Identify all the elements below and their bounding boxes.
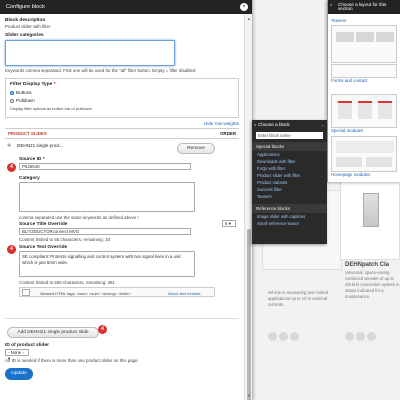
scroll-down-icon[interactable]: ▼ — [247, 393, 251, 398]
configure-block-dialog: Configure block × Block description Prod… — [0, 0, 253, 400]
text-format-bar: Allowed HTML tags: <sub> <sub> <strong> … — [19, 287, 215, 297]
radio-icon[interactable] — [10, 98, 14, 103]
close-icon[interactable]: × — [330, 2, 332, 7]
block-item-reference-teaser[interactable]: Small reference teaser — [252, 220, 327, 227]
allowed-html-tags: Allowed HTML tags: <sub> <sub> <strong> … — [40, 291, 131, 296]
add-button-row: Add DEHN21 single product slide 4 — [5, 325, 239, 341]
dialog-titlebar: Configure block — [0, 0, 252, 14]
block-item-faqs[interactable]: FAQs with filter — [252, 165, 327, 172]
scroll-up-icon[interactable]: ▲ — [247, 16, 251, 21]
step-badge: 4 — [7, 245, 16, 254]
layout-option-teasers[interactable]: Teasers — [331, 18, 399, 63]
dialog-body: Block description Product slider with fi… — [0, 14, 244, 400]
layout-thumbnail[interactable] — [331, 64, 397, 78]
choose-block-panel: × Choose a block – Enter block name Spec… — [252, 120, 327, 244]
layout-option-special[interactable]: Special modules — [331, 94, 399, 133]
category-textarea[interactable] — [19, 182, 195, 212]
background-product-title: DEHNpatch Cla — [345, 262, 390, 268]
order-header: ORDER — [220, 131, 236, 136]
layout-chooser-panel: × Choose a layout for this section Tease… — [327, 0, 400, 182]
slide-row: ✥ DEHN21 single prod... Remove 4 Source … — [5, 139, 239, 319]
layout-thumbnail[interactable] — [331, 25, 397, 63]
background-pager-2 — [345, 332, 378, 342]
collapse-icon[interactable]: – — [322, 122, 324, 127]
background-pager — [268, 332, 301, 342]
step-badge: 4 — [98, 325, 107, 334]
hide-row-weights-link[interactable]: Hide row weights — [5, 121, 239, 126]
block-item-downloads[interactable]: Downloads with filter — [252, 158, 327, 165]
slider-categories-label: Slider categories — [5, 33, 44, 38]
update-button[interactable]: Update — [5, 368, 33, 380]
category-label: Category — [19, 176, 40, 181]
slider-id-help: An ID is needed if there is more than on… — [5, 358, 139, 363]
filter-option-pulldown[interactable]: Pulldown — [10, 98, 234, 103]
block-item-success-filter[interactable]: Success filter — [252, 186, 327, 193]
reference-blocks-header: Reference blocks — [252, 204, 327, 213]
filter-display-type-label: Filter Display Type — [10, 82, 53, 87]
source-title-label: Source Title Override — [19, 222, 68, 227]
source-title-help: Content limited to 55 characters, remain… — [19, 237, 111, 242]
source-text-help: Content limited to 500 characters, remai… — [19, 280, 115, 285]
block-item-applications[interactable]: Applications — [252, 151, 327, 158]
product-slides-table-header: PRODUCT SLIDES ORDER — [5, 128, 239, 139]
layout-option-forms[interactable]: Forms and contact — [331, 64, 399, 83]
block-item-product-slider[interactable]: Product slider with filter — [252, 172, 327, 179]
product-image — [363, 193, 379, 227]
radio-icon[interactable] — [10, 90, 14, 95]
block-description-value: Product slider with filter — [5, 24, 51, 29]
slide-summary: DEHN21 single prod... — [17, 143, 63, 148]
background-text-right: Universal, space-saving combined arreste… — [345, 270, 400, 299]
dialog-scrollbar[interactable]: ▲ ▼ — [244, 14, 252, 400]
category-help: comma separated use the same keywords as… — [19, 215, 139, 220]
filter-help: Display filter options as button bar or … — [10, 106, 92, 111]
layout-chooser-title: × Choose a layout for this section — [328, 0, 400, 14]
choose-block-title: × Choose a block – — [254, 122, 324, 127]
source-text-textarea[interactable]: SE compliant: Protects signalling and co… — [19, 251, 195, 277]
layout-thumbnail[interactable] — [331, 94, 397, 128]
block-item-image-slider[interactable]: Image slider with captions — [252, 213, 327, 220]
source-title-input[interactable]: BLITZDUCTORconnect MVG — [19, 228, 191, 235]
slider-categories-help: Keywords comma separated. First one will… — [5, 68, 196, 73]
layout-option-homepage[interactable]: Homepage modules — [331, 136, 399, 177]
about-text-formats-link[interactable]: About text formats — [168, 291, 200, 296]
dialog-title: Configure block — [6, 4, 45, 10]
background-text-left: vehicle in measuring and control applica… — [268, 290, 329, 307]
required-marker: * — [42, 157, 45, 162]
remove-button[interactable]: Remove — [177, 143, 215, 154]
block-item-teasers[interactable]: Teasers — [252, 193, 327, 200]
filter-option-buttons[interactable]: Buttons — [10, 90, 234, 95]
close-icon[interactable]: × — [240, 3, 248, 11]
drag-handle-icon[interactable]: ✥ — [7, 143, 11, 149]
layout-thumbnail[interactable] — [331, 136, 397, 172]
close-icon[interactable]: × — [254, 122, 256, 127]
slider-id-label: ID of product slider — [5, 343, 49, 348]
slider-id-select[interactable]: - None - ▾ — [5, 349, 29, 361]
filter-display-fieldset: Filter Display Type * Buttons Pulldown D… — [5, 78, 239, 118]
block-search-input[interactable]: Enter block name — [256, 132, 323, 139]
add-slide-button[interactable]: Add DEHN21 single product slide — [7, 327, 99, 338]
special-blocks-header: Special blocks — [252, 142, 327, 151]
background-card-2 — [340, 180, 400, 260]
step-badge: 4 — [7, 163, 16, 172]
scrollbar-thumb[interactable] — [247, 229, 251, 400]
block-description-label: Block description — [5, 18, 46, 23]
product-slides-header: PRODUCT SLIDES — [8, 131, 47, 136]
source-text-label: Source Text Override — [19, 245, 68, 250]
source-id-input[interactable]: P626540 — [19, 163, 191, 170]
slider-categories-textarea[interactable] — [5, 40, 175, 66]
text-format-select[interactable] — [22, 289, 30, 296]
source-id-label: Source ID — [19, 157, 42, 162]
weight-select[interactable]: 6 ▾ — [222, 220, 236, 227]
block-item-product-variants[interactable]: Product variants — [252, 179, 327, 186]
required-marker: * — [53, 82, 56, 87]
